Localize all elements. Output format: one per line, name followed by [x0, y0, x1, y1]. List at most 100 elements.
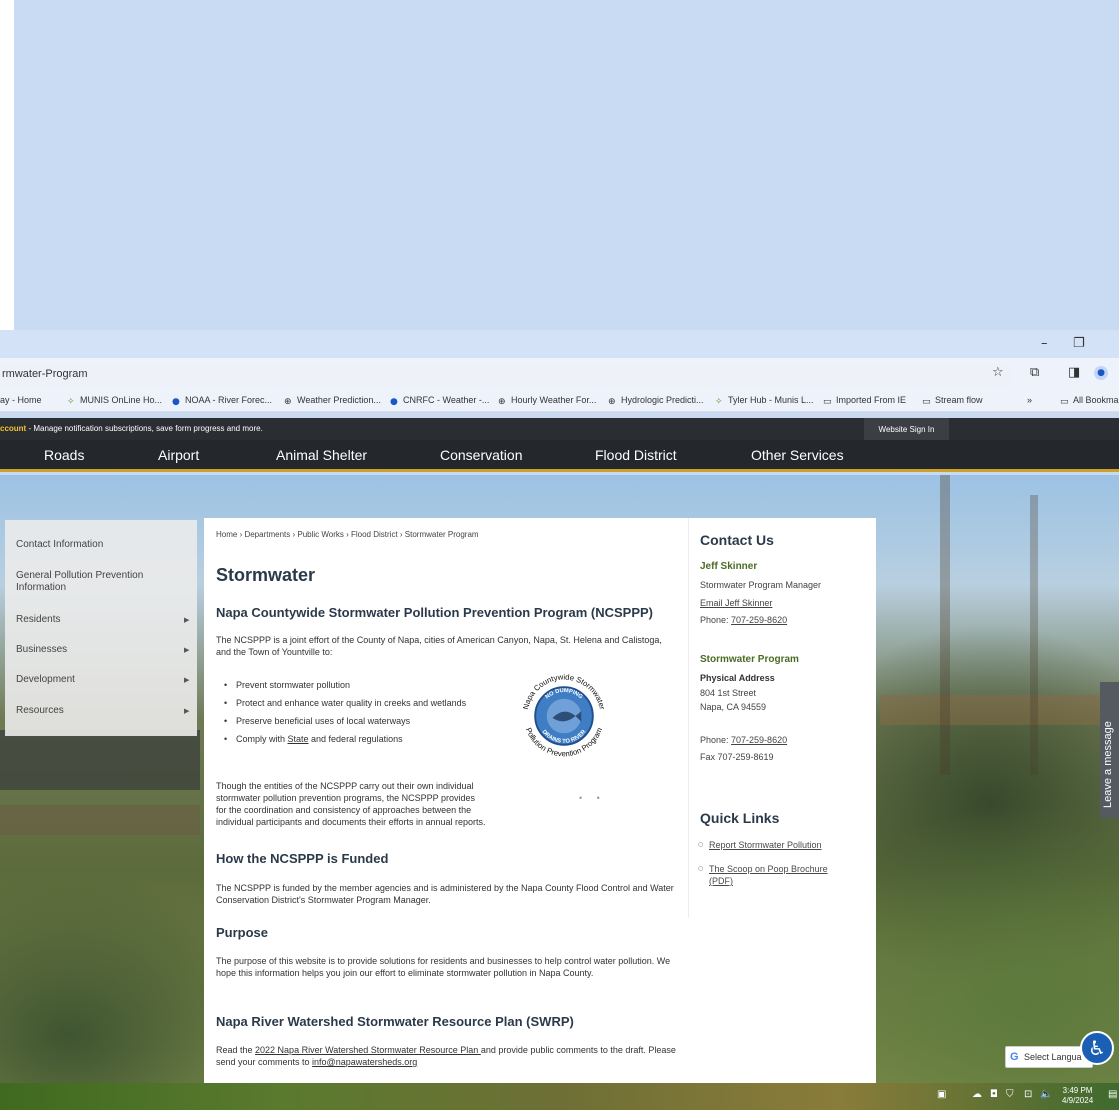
contact-phone: Phone: 707-259-8620 — [700, 615, 788, 625]
bridge-beam — [0, 805, 200, 835]
folder-icon: ▭ — [1060, 397, 1069, 407]
volume-icon[interactable]: 🔈 — [1040, 1089, 1052, 1100]
tyler-icon: ✧ — [67, 397, 75, 407]
nav-airport[interactable]: Airport — [158, 447, 199, 463]
blank-region — [0, 0, 1119, 330]
sidepanel-icon[interactable]: ◨ — [1068, 365, 1080, 380]
phone-link[interactable]: 707-259-8620 — [731, 735, 787, 745]
swrp-link[interactable]: 2022 Napa River Watershed Stormwater Res… — [255, 1045, 481, 1055]
main-content: Home › Departments › Public Works › Floo… — [204, 518, 876, 1083]
contact-sidebar: Contact Us Jeff Skinner Stormwater Progr… — [688, 518, 876, 918]
address-line-1: 804 1st Street — [700, 688, 757, 698]
extensions-icon[interactable]: ⧉ — [1030, 365, 1039, 380]
state-link[interactable]: State — [288, 734, 309, 744]
address-label: Physical Address — [700, 673, 775, 683]
nav-flood-district[interactable]: Flood District — [595, 447, 677, 463]
contact-email: Email Jeff Skinner — [700, 597, 772, 609]
bookmark-item[interactable]: ⊕ Hydrologic Predicti... — [608, 395, 704, 407]
chevron-right-icon: ▶ — [184, 708, 190, 715]
globe-icon: ⊕ — [608, 397, 616, 407]
nav-roads[interactable]: Roads — [44, 447, 84, 463]
ncsppp-logo: Napa Countywide Stormwater Pollution Pre… — [521, 672, 607, 758]
address-bar: rmwater-Program ☆ ⧉ ◨ ● — [0, 358, 1119, 390]
restore-button[interactable]: ❐ — [1073, 336, 1085, 351]
url-field[interactable]: rmwater-Program — [0, 364, 1010, 386]
taskbar: ▣ ☁ ◘ ⛉ ⊡ 🔈 3:49 PM 4/9/2024 ▤ — [0, 1083, 1119, 1110]
folder-icon: ▭ — [823, 397, 832, 407]
list-item: Prevent stormwater pollution — [224, 679, 494, 691]
globe-icon: ⊕ — [284, 397, 292, 407]
tree-trunk — [940, 475, 950, 775]
bookmark-item[interactable]: ⊕ Weather Prediction... — [284, 395, 381, 407]
tray-app-icon[interactable]: ▣ — [937, 1089, 946, 1100]
nav-animal-shelter[interactable]: Animal Shelter — [276, 447, 367, 463]
teams-icon[interactable]: ◘ — [990, 1089, 998, 1100]
sidenav-development[interactable]: Development ▶ — [16, 674, 190, 686]
bookmark-item[interactable]: ● CNRFC - Weather -... — [390, 395, 489, 407]
bookmark-item[interactable]: ✧ Tyler Hub - Munis L... — [715, 395, 814, 407]
onedrive-icon[interactable]: ☁ — [972, 1089, 982, 1100]
globe-icon: ⊕ — [498, 397, 506, 407]
intro-paragraph: The NCSPPP is a joint effort of the Coun… — [216, 635, 662, 657]
profile-icon[interactable]: ● — [1094, 366, 1108, 380]
swrp-paragraph: Read the 2022 Napa River Watershed Storm… — [216, 1045, 676, 1067]
bookmark-folder[interactable]: ▭ All Bookma — [1060, 395, 1119, 407]
sidenav-general-pollution[interactable]: General Pollution Prevention Information — [16, 570, 166, 594]
shield-icon[interactable]: ⛉ — [1006, 1089, 1014, 1100]
network-icon[interactable]: ⊡ — [1024, 1089, 1032, 1100]
bookmark-item[interactable]: ● NOAA - River Forec... — [172, 395, 272, 407]
minimize-button[interactable]: – — [1041, 336, 1048, 351]
quick-links-heading: Quick Links — [700, 810, 780, 826]
star-icon[interactable]: ☆ — [992, 365, 1004, 380]
noaa-icon: ● — [390, 397, 398, 407]
section-heading-swrp: Napa River Watershed Stormwater Resource… — [216, 1014, 574, 1029]
email-link[interactable]: info@napawatersheds.org — [312, 1057, 417, 1067]
notice-text: ccount - Manage notification subscriptio… — [0, 424, 263, 433]
bookmark-overflow[interactable]: » — [1027, 395, 1032, 405]
list-item: Comply with State and federal regulation… — [224, 733, 494, 745]
side-nav: Contact Information General Pollution Pr… — [5, 520, 197, 736]
sidenav-resources[interactable]: Resources ▶ — [16, 705, 190, 717]
quick-link[interactable]: The Scoop on Poop Brochure (PDF) — [698, 863, 854, 887]
sidenav-residents[interactable]: Residents ▶ — [16, 614, 190, 626]
website-sign-in-button[interactable]: Website Sign In — [864, 418, 949, 440]
system-clock[interactable]: 3:49 PM 4/9/2024 — [1062, 1086, 1093, 1106]
chevron-right-icon: ▶ — [184, 617, 190, 624]
body-paragraph-1: Though the entities of the NCSPPP carry … — [216, 781, 486, 827]
folder-icon: ▭ — [922, 397, 931, 407]
phone-link[interactable]: 707-259-8620 — [731, 615, 787, 625]
nav-other-services[interactable]: Other Services — [751, 447, 844, 463]
carousel-dots[interactable]: • • — [579, 793, 606, 803]
sidenav-contact-information[interactable]: Contact Information — [16, 539, 186, 551]
white-edge — [0, 0, 14, 330]
nav-conservation[interactable]: Conservation — [440, 447, 523, 463]
browser-titlebar: – ❐ — [0, 330, 1119, 358]
notification-icon[interactable]: ▤ — [1108, 1089, 1117, 1100]
bookmark-item[interactable]: ✧ MUNIS OnLine Ho... — [67, 395, 162, 407]
funded-paragraph: The NCSPPP is funded by the member agenc… — [216, 883, 674, 905]
sidenav-businesses[interactable]: Businesses ▶ — [16, 644, 190, 656]
chevron-right-icon: ▶ — [184, 647, 190, 654]
bookmark-item[interactable]: ay - Home — [0, 395, 42, 405]
leave-message-tab[interactable]: Leave a message — [1100, 682, 1119, 818]
chevron-right-icon: ▶ — [184, 677, 190, 684]
bridge-shadow — [0, 730, 200, 790]
breadcrumb[interactable]: Home › Departments › Public Works › Floo… — [216, 530, 479, 539]
goals-list: Prevent stormwater pollution Protect and… — [224, 679, 494, 751]
bookmark-item[interactable]: ⊕ Hourly Weather For... — [498, 395, 596, 407]
section-heading-ncsppp: Napa Countywide Stormwater Pollution Pre… — [216, 605, 654, 620]
program-name: Stormwater Program — [700, 654, 799, 665]
bookmark-folder[interactable]: ▭ Imported From IE — [823, 395, 906, 407]
google-icon: G — [1010, 1051, 1019, 1063]
section-heading-funded: How the NCSPPP is Funded — [216, 851, 389, 866]
account-link[interactable]: ccount — [0, 424, 26, 433]
tree-trunk — [1030, 495, 1038, 775]
bookmark-folder[interactable]: ▭ Stream flow — [922, 395, 983, 407]
contact-heading: Contact Us — [700, 532, 774, 548]
quick-link[interactable]: Report Stormwater Pollution — [698, 839, 859, 851]
address-line-2: Napa, CA 94559 — [700, 702, 767, 712]
tyler-icon: ✧ — [715, 397, 723, 407]
list-item: Protect and enhance water quality in cre… — [224, 697, 494, 709]
accessibility-icon[interactable]: ♿ — [1080, 1031, 1114, 1065]
email-contact-link[interactable]: Email Jeff Skinner — [700, 598, 772, 608]
